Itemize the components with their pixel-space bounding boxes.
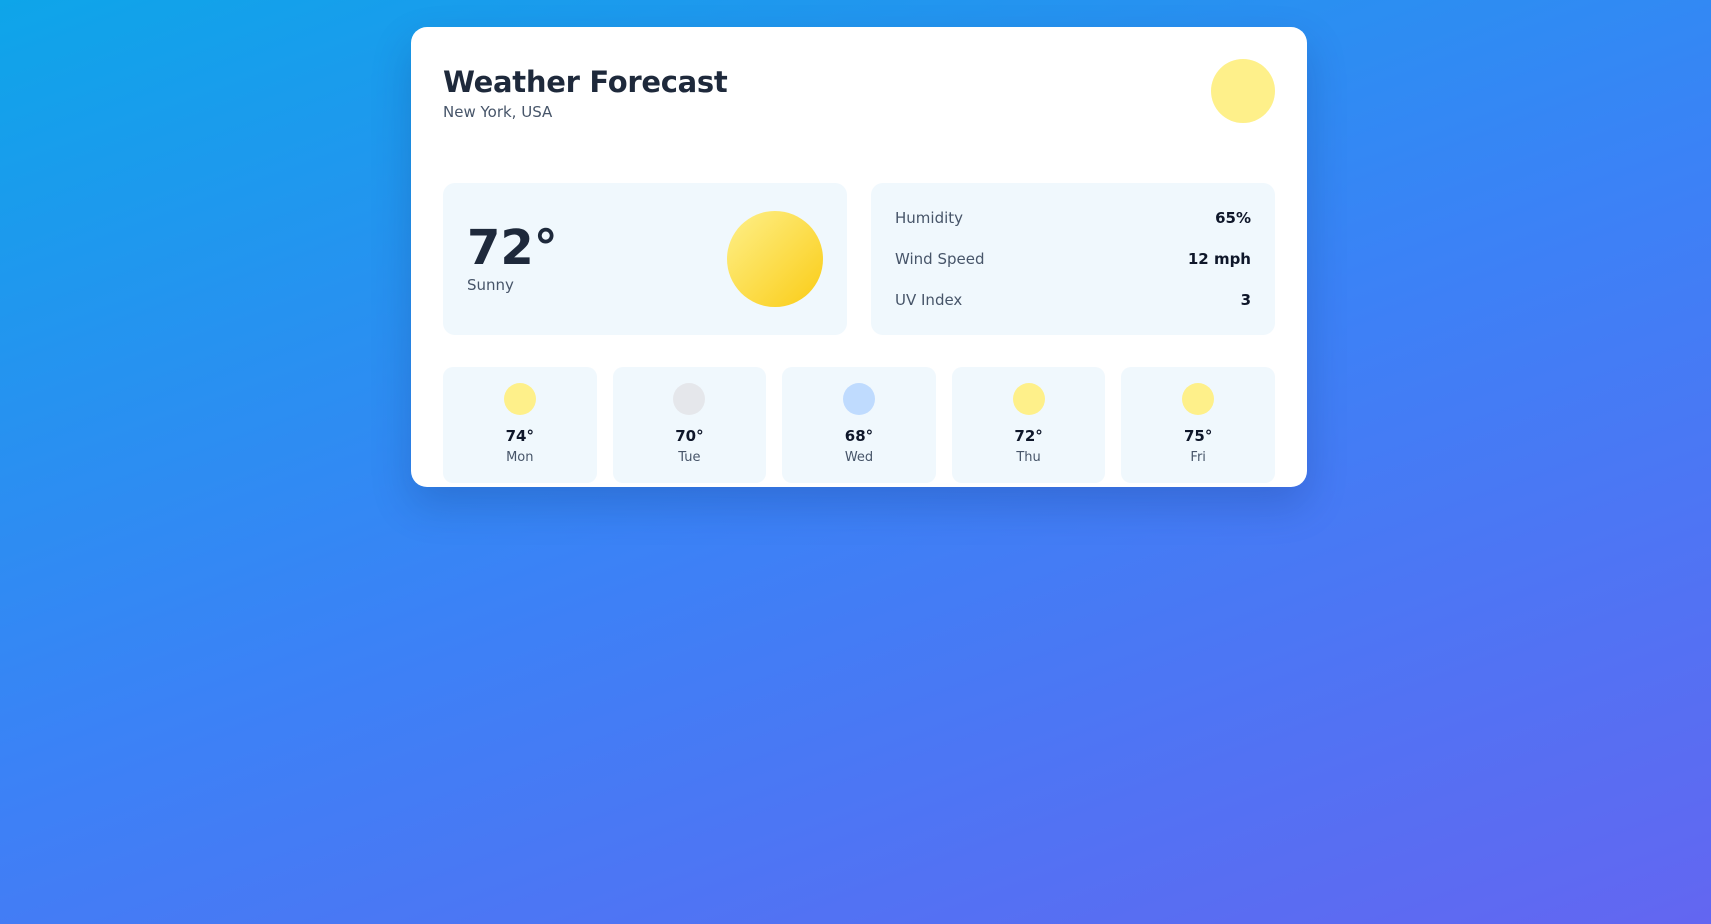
sun-icon bbox=[1182, 383, 1215, 415]
stat-value: 3 bbox=[1240, 291, 1251, 309]
sun-icon bbox=[727, 211, 823, 307]
summary-panels: 72° Sunny Humidity 65% Wind Speed 12 mph… bbox=[443, 183, 1275, 335]
forecast-day-name: Tue bbox=[678, 450, 701, 465]
stat-label: UV Index bbox=[895, 291, 963, 309]
stat-row-uv-index: UV Index 3 bbox=[895, 291, 1251, 309]
stat-value: 12 mph bbox=[1187, 250, 1251, 268]
forecast-day-mon: 74° Mon bbox=[443, 367, 597, 483]
stat-row-humidity: Humidity 65% bbox=[895, 209, 1251, 227]
current-weather-text: 72° Sunny bbox=[467, 224, 558, 294]
page-title: Weather Forecast bbox=[443, 65, 728, 99]
sun-icon bbox=[503, 383, 536, 415]
forecast-temp: 68° bbox=[844, 427, 874, 445]
cloud-icon bbox=[673, 383, 706, 415]
current-weather-panel: 72° Sunny bbox=[443, 183, 847, 335]
location-label: New York, USA bbox=[443, 103, 553, 121]
header-text: Weather Forecast New York, USA bbox=[443, 59, 728, 121]
forecast-list: 74° Mon 70° Tue 68° Wed 72° Thu 75° Fri bbox=[443, 367, 1275, 483]
weather-stats-panel: Humidity 65% Wind Speed 12 mph UV Index … bbox=[871, 183, 1275, 335]
forecast-temp: 72° bbox=[1014, 427, 1043, 445]
forecast-day-tue: 70° Tue bbox=[612, 367, 767, 483]
stat-label: Humidity bbox=[895, 209, 964, 227]
forecast-temp: 70° bbox=[675, 427, 704, 445]
forecast-day-fri: 75° Fri bbox=[1121, 367, 1275, 483]
forecast-day-name: Fri bbox=[1190, 450, 1206, 465]
forecast-day-name: Mon bbox=[506, 450, 534, 465]
stat-row-wind-speed: Wind Speed 12 mph bbox=[895, 250, 1251, 268]
current-temperature: 72° bbox=[467, 220, 558, 276]
forecast-temp: 74° bbox=[505, 427, 534, 445]
forecast-day-name: Wed bbox=[844, 450, 874, 465]
stat-value: 65% bbox=[1215, 209, 1251, 227]
forecast-day-name: Thu bbox=[1016, 450, 1041, 465]
forecast-day-wed: 68° Wed bbox=[782, 367, 936, 483]
forecast-day-thu: 72° Thu bbox=[951, 367, 1106, 483]
stat-label: Wind Speed bbox=[895, 250, 985, 268]
forecast-temp: 75° bbox=[1183, 427, 1213, 445]
current-condition: Sunny bbox=[467, 276, 514, 294]
card-header: Weather Forecast New York, USA bbox=[443, 59, 1275, 151]
sun-icon bbox=[1211, 59, 1275, 123]
weather-card: Weather Forecast New York, USA 72° Sunny… bbox=[411, 27, 1307, 487]
rain-icon bbox=[842, 383, 875, 415]
sun-icon bbox=[1012, 383, 1045, 415]
